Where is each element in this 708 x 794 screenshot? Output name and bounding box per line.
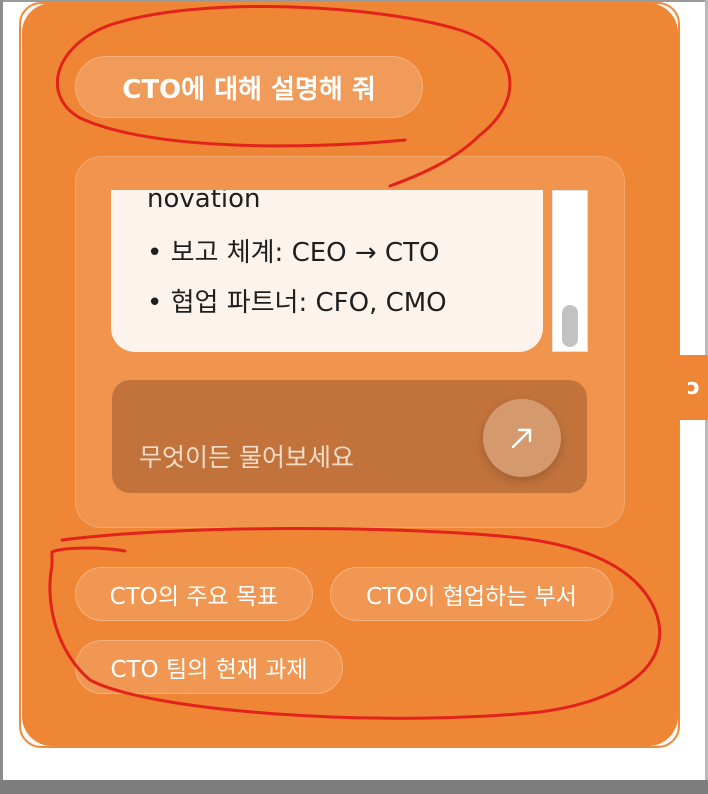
suggestion-chip[interactable]: CTO의 주요 목표 — [75, 567, 313, 621]
suggestion-chip-label: CTO 팀의 현재 과제 — [110, 657, 308, 683]
chat-input[interactable]: 무엇이든 물어보세요 — [112, 380, 587, 493]
suggestion-chip[interactable]: CTO이 협업하는 부서 — [330, 567, 613, 621]
answer-line: • 협업 파트너: CFO, CMO — [147, 288, 447, 318]
chat-input-placeholder: 무엇이든 물어보세요 — [139, 443, 354, 472]
side-tab-label: ɔ — [686, 375, 700, 400]
window-left-edge — [0, 0, 3, 780]
send-button[interactable] — [483, 399, 561, 477]
suggestion-chip-label: CTO이 협업하는 부서 — [366, 584, 577, 610]
answer-scrollbar[interactable] — [552, 190, 588, 352]
arrow-up-right-icon — [511, 428, 532, 449]
suggestion-chip[interactable]: CTO 팀의 현재 과제 — [75, 640, 343, 694]
user-prompt-text: CTO에 대해 설명해 줘 — [122, 74, 376, 105]
screenshot-stage: ɔ CTO에 대해 설명해 줘 novation • 보고 체계: CEO → … — [0, 0, 708, 794]
window-bottom-strip — [0, 780, 708, 794]
assistant-answer: novation • 보고 체계: CEO → CTO • 협업 파트너: CF… — [111, 190, 543, 352]
answer-line: • 보고 체계: CEO → CTO — [147, 238, 440, 268]
user-prompt-bubble: CTO에 대해 설명해 줘 — [75, 56, 423, 118]
suggestion-chip-label: CTO의 주요 목표 — [109, 584, 279, 610]
scrollbar-thumb[interactable] — [562, 305, 578, 347]
answer-line: novation — [147, 190, 261, 214]
